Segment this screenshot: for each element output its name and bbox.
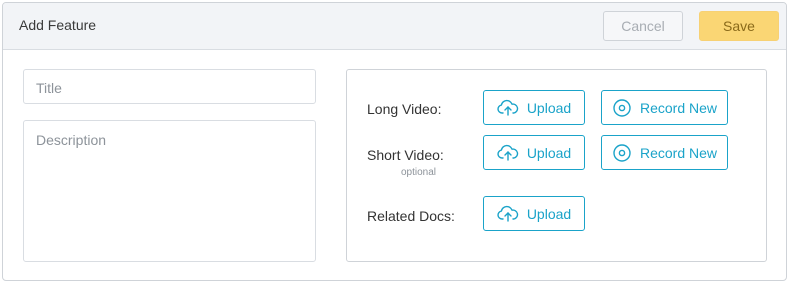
- long-video-upload-button[interactable]: Upload: [483, 90, 585, 125]
- description-textarea[interactable]: Description: [23, 120, 316, 262]
- record-label: Record New: [639, 99, 718, 116]
- record-disc-icon: [612, 143, 632, 163]
- short-video-upload-button[interactable]: Upload: [483, 135, 585, 170]
- related-docs-upload-button[interactable]: Upload: [483, 196, 585, 231]
- add-feature-panel: Add Feature Cancel Save Title Descriptio…: [2, 2, 787, 281]
- record-label: Record New: [639, 144, 718, 161]
- long-video-record-button[interactable]: Record New: [601, 90, 728, 125]
- cancel-button[interactable]: Cancel: [603, 11, 683, 41]
- short-video-label: Short Video:: [367, 147, 444, 163]
- title-placeholder: Title: [36, 80, 62, 96]
- upload-label: Upload: [526, 205, 572, 222]
- save-button[interactable]: Save: [699, 11, 779, 41]
- cloud-upload-icon: [497, 99, 519, 117]
- record-disc-icon: [612, 98, 632, 118]
- description-placeholder: Description: [36, 132, 107, 148]
- long-video-label: Long Video:: [367, 101, 442, 117]
- short-video-record-button[interactable]: Record New: [601, 135, 728, 170]
- upload-label: Upload: [526, 144, 572, 161]
- short-video-optional-note: optional: [401, 167, 437, 178]
- cloud-upload-icon: [497, 144, 519, 162]
- related-docs-label: Related Docs:: [367, 208, 455, 224]
- media-upload-box: Long Video: Upload Record New Short Vide…: [346, 69, 767, 262]
- panel-header: Add Feature Cancel Save: [3, 3, 786, 50]
- panel-title: Add Feature: [19, 17, 97, 33]
- cloud-upload-icon: [497, 205, 519, 223]
- title-input[interactable]: Title: [23, 69, 316, 104]
- upload-label: Upload: [526, 99, 572, 116]
